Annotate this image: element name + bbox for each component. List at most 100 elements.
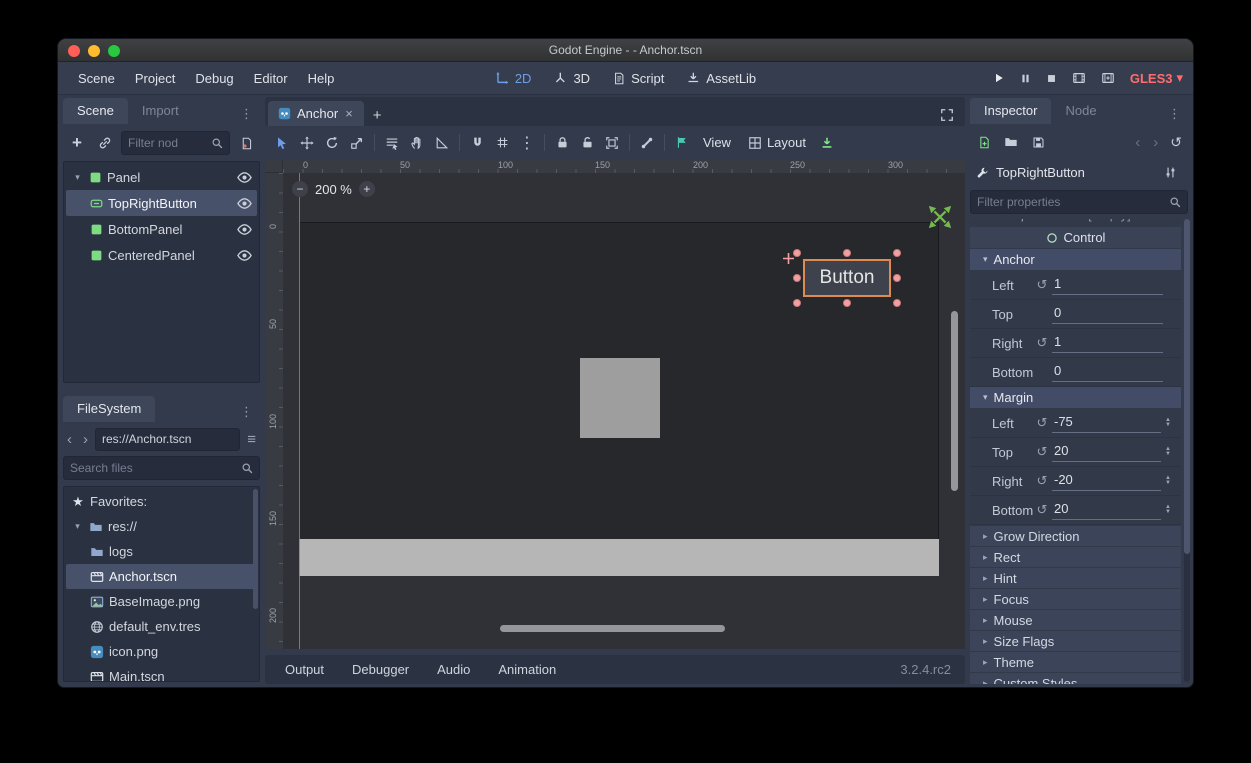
fs-row-baseimage-png[interactable]: BaseImage.png xyxy=(66,589,257,614)
spinner-stepper[interactable]: ▲▼ xyxy=(1161,447,1175,457)
instance-scene-button[interactable] xyxy=(93,131,117,155)
list-select-tool-button[interactable] xyxy=(380,131,404,155)
menu-scene[interactable]: Scene xyxy=(68,66,125,91)
selection-handle[interactable] xyxy=(793,249,801,257)
section-grow-direction[interactable]: ▸ Grow Direction xyxy=(970,526,1181,546)
menu-help[interactable]: Help xyxy=(298,66,345,91)
scale-tool-button[interactable] xyxy=(345,131,369,155)
pan-tool-button[interactable] xyxy=(405,131,429,155)
tree-row-toprightbutton[interactable]: TopRightButton xyxy=(66,190,257,216)
section-theme[interactable]: ▸ Theme xyxy=(970,652,1181,672)
tree-row-panel[interactable]: ▾ Panel xyxy=(66,164,257,190)
2d-canvas[interactable]: Button xyxy=(283,173,965,649)
pose-flag-button[interactable] xyxy=(670,131,694,155)
tab-inspector[interactable]: Inspector xyxy=(970,98,1051,124)
move-tool-button[interactable] xyxy=(295,131,319,155)
mode-3d-button[interactable]: 3D xyxy=(553,71,590,86)
fs-row-icon-png[interactable]: icon.png xyxy=(66,639,257,664)
selection-handle[interactable] xyxy=(893,274,901,282)
tab-import[interactable]: Import xyxy=(128,98,193,124)
ruler-tool-button[interactable] xyxy=(430,131,454,155)
bottom-panel-node[interactable] xyxy=(299,539,939,576)
history-back-icon[interactable]: ‹ xyxy=(1130,134,1145,151)
load-resource-button[interactable] xyxy=(999,130,1023,154)
history-forward-icon[interactable]: › xyxy=(1148,134,1163,151)
inspector-scrollbar[interactable] xyxy=(1184,219,1190,682)
save-resource-button[interactable] xyxy=(1026,130,1050,154)
pause-button[interactable] xyxy=(1020,73,1031,84)
section-focus[interactable]: ▸ Focus xyxy=(970,589,1181,609)
selection-handle[interactable] xyxy=(843,249,851,257)
property-value[interactable]: -75 xyxy=(1052,414,1161,433)
section-rect[interactable]: ▸ Rect xyxy=(970,547,1181,567)
play-scene-button[interactable] xyxy=(1072,71,1086,85)
revert-icon[interactable]: ↺ xyxy=(1032,415,1052,431)
property-value[interactable]: [empty] xyxy=(1088,219,1131,222)
dock-menu-icon[interactable]: ⋮ xyxy=(1161,104,1188,124)
skeleton-options-button[interactable] xyxy=(635,131,659,155)
titlebar[interactable]: Godot Engine - - Anchor.tscn xyxy=(58,39,1193,62)
mode-assetlib-button[interactable]: AssetLib xyxy=(686,71,756,86)
dock-menu-icon[interactable]: ⋮ xyxy=(233,104,260,124)
expander-icon[interactable]: ▾ xyxy=(71,172,84,183)
renderer-dropdown[interactable]: GLES3 ▾ xyxy=(1130,70,1183,86)
update-spinner-button[interactable] xyxy=(815,131,839,155)
bottom-tab-audio[interactable]: Audio xyxy=(425,658,482,681)
zoom-in-button[interactable]: + xyxy=(359,181,375,197)
fs-row-anchor-tscn[interactable]: Anchor.tscn xyxy=(66,564,257,589)
spinner-stepper[interactable]: ▲▼ xyxy=(1161,476,1175,486)
property-value[interactable]: 0 xyxy=(1052,363,1163,382)
selection-handle[interactable] xyxy=(843,299,851,307)
visibility-eye-icon[interactable] xyxy=(237,196,252,211)
section-margin[interactable]: ▾ Margin xyxy=(970,387,1181,408)
view-menu-button[interactable]: View xyxy=(695,132,739,153)
property-value[interactable]: 1 xyxy=(1052,276,1163,295)
spinner-stepper[interactable]: ▲▼ xyxy=(1161,505,1175,515)
fs-row-default-env[interactable]: default_env.tres xyxy=(66,614,257,639)
nav-back-button[interactable]: ‹ xyxy=(63,431,76,448)
zoom-level[interactable]: 200 % xyxy=(315,182,352,197)
selection-handle[interactable] xyxy=(893,249,901,257)
bottom-tab-output[interactable]: Output xyxy=(273,658,336,681)
horizontal-scrollbar[interactable] xyxy=(500,625,725,632)
unlock-object-button[interactable] xyxy=(575,131,599,155)
split-mode-icon[interactable]: ≡ xyxy=(243,431,260,448)
grid-snap-button[interactable] xyxy=(490,131,514,155)
layout-menu-button[interactable]: Layout xyxy=(740,132,814,153)
minimize-window-button[interactable] xyxy=(88,45,100,57)
zoom-window-button[interactable] xyxy=(108,45,120,57)
selection-handle[interactable] xyxy=(793,299,801,307)
snap-options-icon[interactable]: ⋮ xyxy=(515,131,539,155)
menu-editor[interactable]: Editor xyxy=(244,66,298,91)
section-mouse[interactable]: ▸ Mouse xyxy=(970,610,1181,630)
nav-forward-button[interactable]: › xyxy=(79,431,92,448)
section-anchor[interactable]: ▾ Anchor xyxy=(970,249,1181,270)
mode-script-button[interactable]: Script xyxy=(612,71,664,86)
vertical-scrollbar[interactable] xyxy=(951,311,958,491)
history-icon[interactable]: ↺ xyxy=(1166,134,1186,151)
section-custom-styles[interactable]: ▸ Custom Styles xyxy=(970,673,1181,684)
tab-filesystem[interactable]: FileSystem xyxy=(63,396,155,422)
selection-handle[interactable] xyxy=(893,299,901,307)
scene-filter-input[interactable] xyxy=(128,136,206,150)
add-node-button[interactable]: + xyxy=(65,131,89,155)
property-value[interactable]: -20 xyxy=(1052,472,1161,491)
property-value[interactable]: 1 xyxy=(1052,334,1163,353)
bottom-tab-debugger[interactable]: Debugger xyxy=(340,658,421,681)
button-node[interactable]: Button xyxy=(803,259,891,297)
property-value[interactable]: 20 xyxy=(1052,501,1161,520)
filesystem-path[interactable]: res://Anchor.tscn xyxy=(95,428,240,451)
fs-row-main-tscn[interactable]: Main.tscn xyxy=(66,664,257,682)
new-resource-button[interactable] xyxy=(972,130,996,154)
visibility-eye-icon[interactable] xyxy=(237,222,252,237)
fs-row-favorites[interactable]: ★ Favorites: xyxy=(66,489,257,514)
mode-2d-button[interactable]: 2D xyxy=(495,71,532,86)
dock-menu-icon[interactable]: ⋮ xyxy=(233,402,260,422)
property-value[interactable]: 20 xyxy=(1052,443,1161,462)
revert-icon[interactable]: ↺ xyxy=(1032,335,1052,351)
fs-row-logs[interactable]: logs xyxy=(66,539,257,564)
zoom-out-button[interactable]: − xyxy=(292,181,308,197)
smart-snap-button[interactable] xyxy=(465,131,489,155)
tree-row-bottompanel[interactable]: BottomPanel xyxy=(66,216,257,242)
select-tool-button[interactable] xyxy=(270,131,294,155)
